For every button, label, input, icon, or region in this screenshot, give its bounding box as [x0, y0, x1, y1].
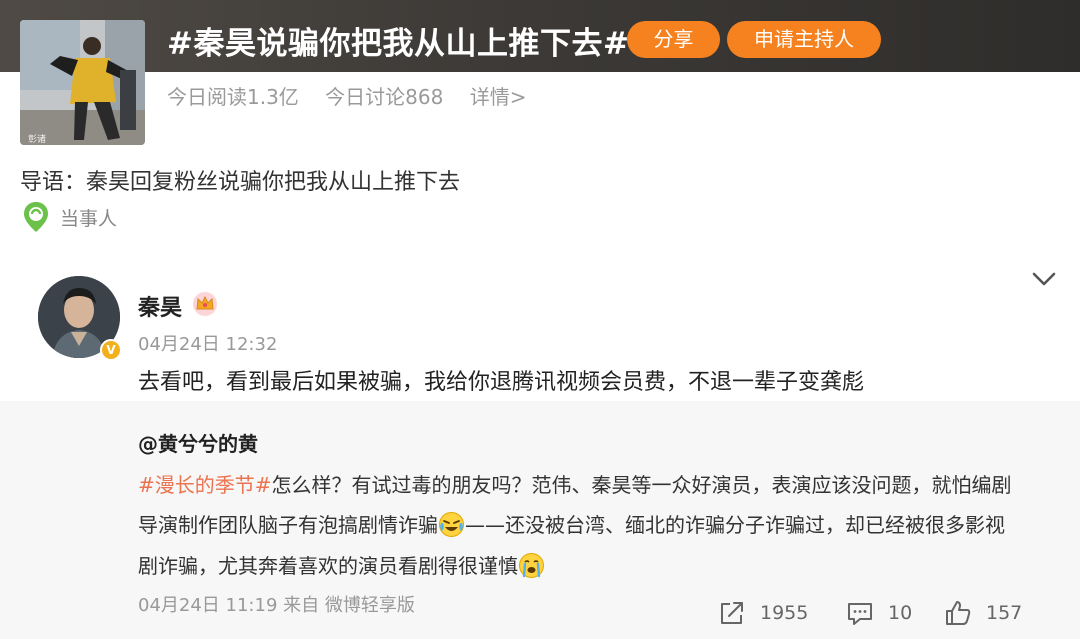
comment-button[interactable]: 10 [846, 598, 912, 628]
forward-icon [721, 602, 743, 624]
topic-intro: 导语：秦昊回复粉丝说骗你把我从山上推下去 [20, 170, 461, 195]
cover-watermark: 彰诸 [28, 135, 47, 145]
comment-count: 10 [888, 602, 913, 624]
cover-illustration [20, 20, 145, 145]
repost-meta: 04月24日 11:19 来自 微博轻享版 [138, 595, 415, 616]
location-pin-icon [24, 202, 48, 232]
repost-card[interactable]: @黄兮兮的黄 #漫长的季节#怎么样？有试过毒的朋友吗？范伟、秦昊等一众好演员，表… [0, 401, 1080, 639]
repost-text-line-3: 剧诈骗，尤其奔着喜欢的演员看剧得很谨慎 [138, 552, 545, 580]
topic-stats: 今日阅读1.3亿 今日讨论868 详情> [167, 81, 546, 110]
hashtag-link[interactable]: #漫长的季节# [138, 473, 272, 497]
read-count: 今日阅读1.3亿 [167, 85, 299, 109]
share-button[interactable]: 分享 [627, 21, 720, 58]
post-text: 去看吧，看到最后如果被骗，我给你退腾讯视频会员费，不退一辈子变龚彪 [138, 370, 865, 395]
like-count: 157 [986, 602, 1023, 624]
thumbs-up-icon [946, 601, 971, 625]
details-link[interactable]: 详情> [470, 85, 527, 109]
apply-host-button[interactable]: 申请主持人 [727, 21, 881, 58]
party-label: 当事人 [60, 207, 118, 230]
like-button[interactable]: 157 [944, 598, 1022, 628]
repost-text-line-1: #漫长的季节#怎么样？有试过毒的朋友吗？范伟、秦昊等一众好演员，表演应该没问题，… [138, 471, 1012, 499]
post-author[interactable]: 秦昊 [138, 290, 182, 322]
crying-emoji-icon [519, 553, 544, 578]
repost-text-segment: 怎么样？有试过毒的朋友吗？范伟、秦昊等一众好演员，表演应该没问题，就怕编剧 [271, 473, 1012, 497]
forward-button[interactable]: 1955 [718, 598, 808, 628]
crown-icon [193, 292, 217, 316]
party-section-header: 当事人 [22, 200, 117, 234]
repost-text-segment: ——还没被台湾、缅北的诈骗分子诈骗过，却已经被很多影视 [465, 513, 1005, 537]
discussion-count: 今日讨论868 [325, 85, 444, 109]
repost-text-segment: 导演制作团队脑子有泡搞剧情诈骗 [138, 513, 438, 537]
repost-text-segment: 剧诈骗，尤其奔着喜欢的演员看剧得很谨慎 [138, 554, 518, 578]
repost-author[interactable]: @黄兮兮的黄 [138, 428, 258, 457]
topic-title: #秦昊说骗你把我从山上推下去# [167, 26, 630, 62]
comment-icon [848, 603, 872, 625]
verified-badge-icon: V [100, 339, 122, 361]
post-time: 04月24日 12:32 [138, 334, 278, 355]
chevron-down-icon[interactable] [1030, 266, 1058, 292]
repost-text-line-2: 导演制作团队脑子有泡搞剧情诈骗 ——还没被台湾、缅北的诈骗分子诈骗过，却已经被很… [138, 511, 1005, 539]
topic-cover-image[interactable]: 彰诸 [20, 20, 145, 145]
forward-count: 1955 [760, 602, 809, 624]
laugh-cry-emoji-icon [439, 512, 464, 537]
